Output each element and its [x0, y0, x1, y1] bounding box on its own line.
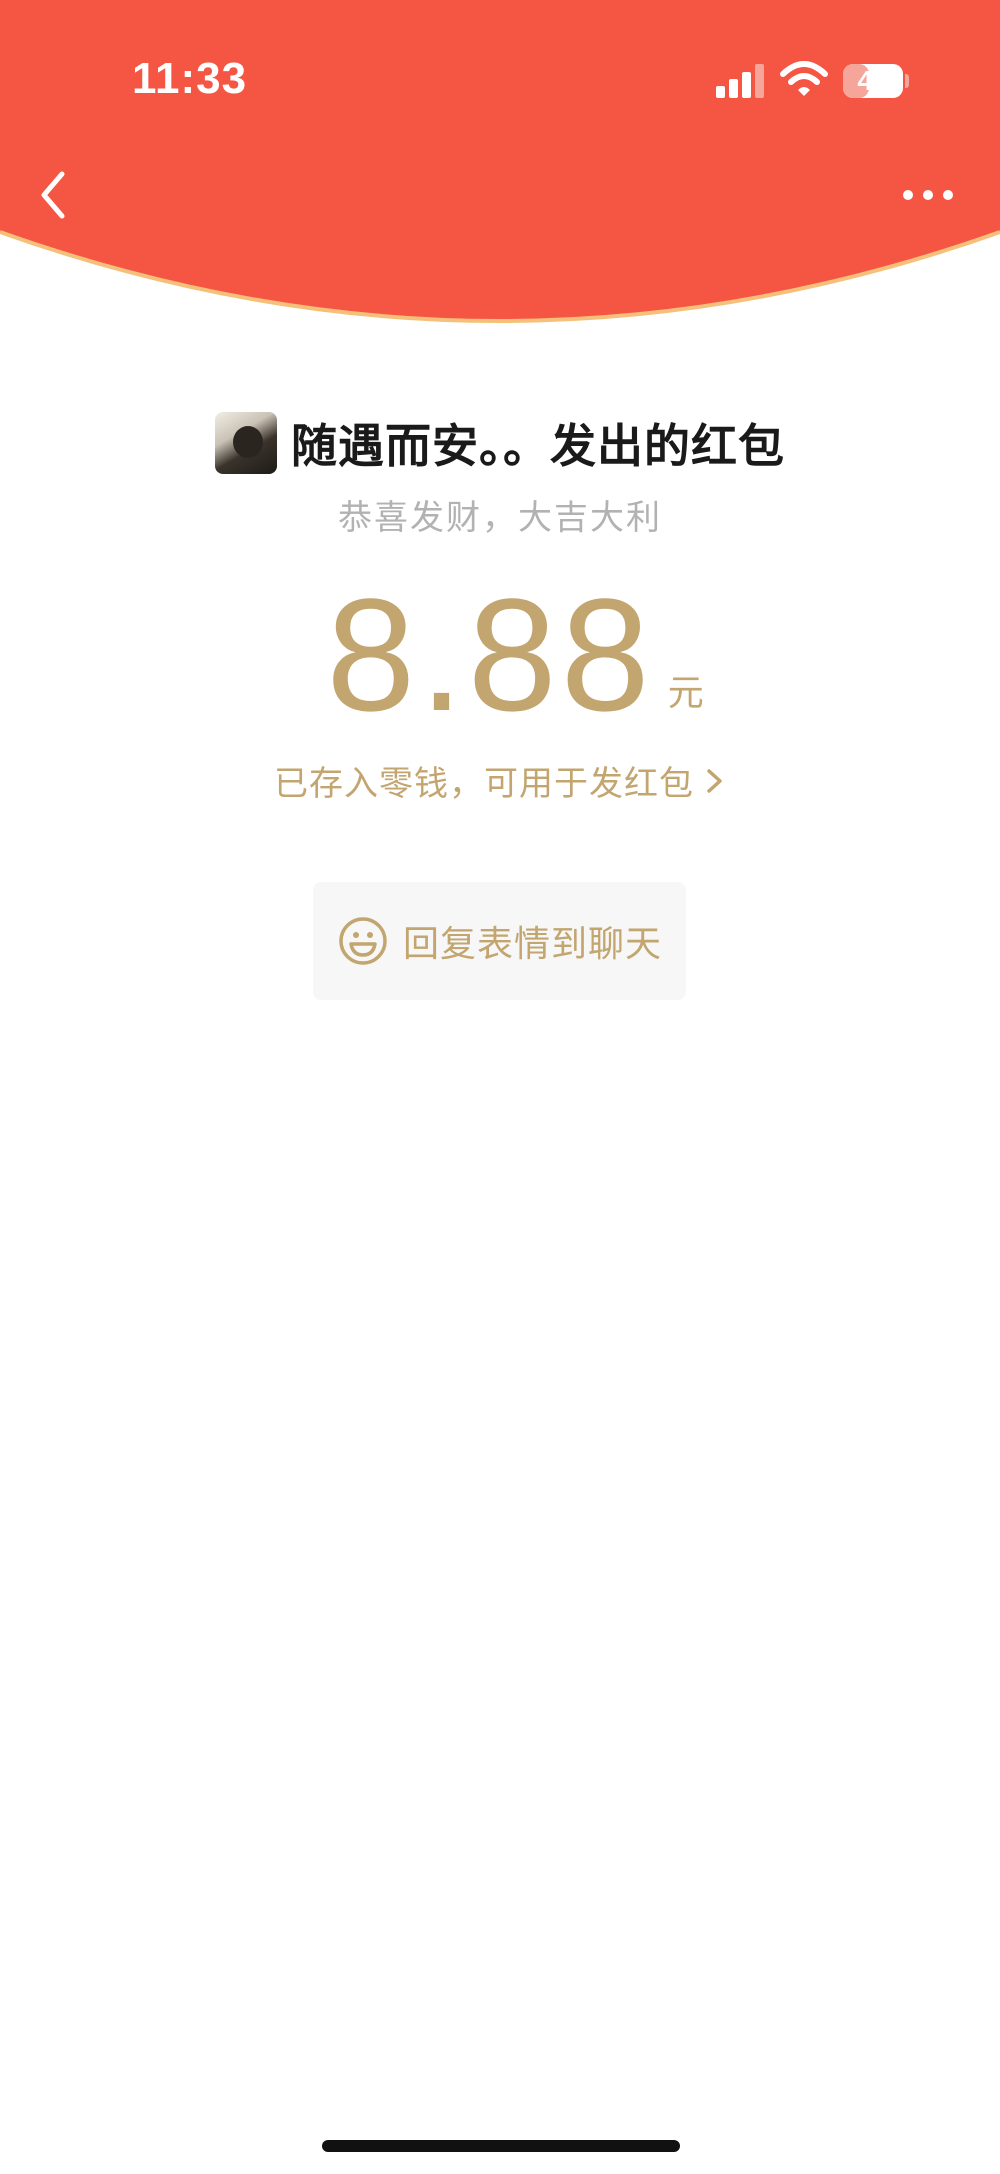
home-indicator[interactable]	[322, 2140, 680, 2152]
amount-value: 8.88	[326, 565, 654, 744]
wallet-link[interactable]: 已存入零钱，可用于发红包	[0, 756, 1000, 805]
red-envelope-header	[0, 0, 1000, 323]
amount-row: 8.88 元	[0, 565, 1000, 744]
reply-emoji-button[interactable]: 回复表情到聊天	[313, 882, 686, 1000]
sender-row: 随遇而安。。发出的红包	[0, 408, 1000, 478]
greeting-message: 恭喜发财，大吉大利	[338, 498, 662, 538]
status-time: 11:33	[132, 54, 248, 103]
back-button[interactable]	[30, 160, 80, 230]
reply-button-label: 回复表情到聊天	[402, 924, 662, 965]
smile-icon	[339, 917, 387, 965]
avatar[interactable]	[215, 412, 277, 474]
chevron-left-icon	[41, 171, 65, 219]
battery-level: 43	[857, 65, 889, 96]
cellular-signal-icon	[716, 64, 764, 98]
chevron-right-icon	[707, 768, 722, 793]
battery-cap	[905, 74, 909, 88]
more-horizontal-icon	[903, 190, 953, 200]
wallet-link-label: 已存入零钱，可用于发红包	[274, 764, 694, 804]
avatar-silhouette	[233, 426, 263, 458]
amount-unit: 元	[667, 673, 704, 714]
sender-title: 随遇而安。。发出的红包	[291, 419, 785, 473]
battery-indicator: 43	[843, 64, 903, 98]
wifi-icon	[780, 61, 828, 96]
more-button[interactable]	[898, 170, 958, 220]
